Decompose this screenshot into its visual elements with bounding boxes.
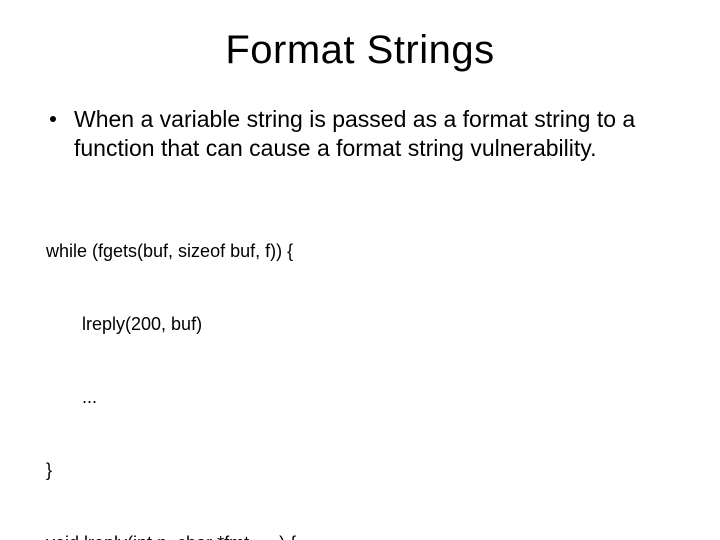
code-line: void lreply(int n, char *fmt, ... ) { <box>46 531 676 540</box>
code-line: } <box>46 458 676 482</box>
slide: Format Strings When a variable string is… <box>0 0 720 540</box>
slide-body: When a variable string is passed as a fo… <box>0 105 720 540</box>
slide-title: Format Strings <box>0 0 720 105</box>
code-line: lreply(200, buf) <box>46 312 676 336</box>
bullet-dot-icon <box>50 116 56 122</box>
code-block: while (fgets(buf, sizeof buf, f)) { lrep… <box>44 191 676 540</box>
bullet-text: When a variable string is passed as a fo… <box>74 105 676 163</box>
code-line: ... <box>46 385 676 409</box>
code-line: while (fgets(buf, sizeof buf, f)) { <box>46 239 676 263</box>
bullet-item: When a variable string is passed as a fo… <box>44 105 676 163</box>
